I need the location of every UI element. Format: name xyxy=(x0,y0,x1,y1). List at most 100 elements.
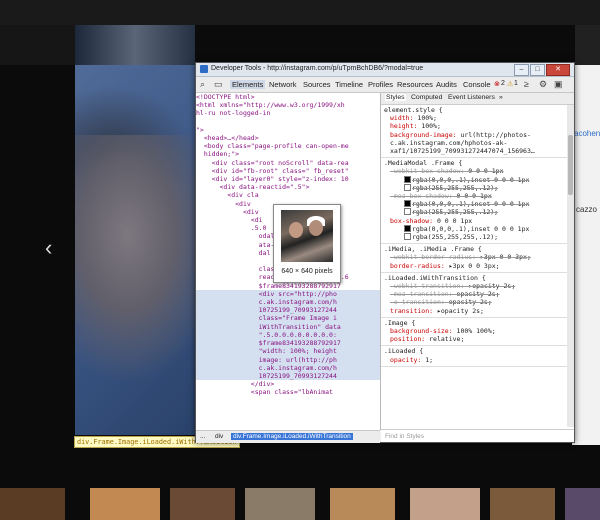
tab-timeline[interactable]: Timeline xyxy=(335,80,363,89)
dom-line[interactable]: <body class="page-profile can-open-me xyxy=(196,142,380,150)
style-property-name[interactable]: width: xyxy=(390,114,417,122)
style-property-name[interactable]: height: xyxy=(390,122,421,130)
bottom-thumb-4[interactable] xyxy=(245,488,315,520)
breadcrumb-item-selected[interactable]: div.Frame.Image.iLoaded.iWithTransition xyxy=(231,433,353,440)
breadcrumb-item-ellipsis[interactable]: ... xyxy=(200,433,205,440)
tab-profiles[interactable]: Profiles xyxy=(368,80,393,89)
subtabs-overflow-icon[interactable]: » xyxy=(499,94,503,101)
style-selector[interactable]: .iLoaded { xyxy=(384,347,564,355)
style-property-name[interactable]: box-shadow: xyxy=(390,217,437,225)
breadcrumb-item-div[interactable]: div xyxy=(215,433,223,440)
style-property-value[interactable]: opacity 2s; xyxy=(449,298,492,306)
style-property-value[interactable]: 0 0 0 1px xyxy=(437,217,472,225)
style-selector[interactable]: .MediaModal .Frame { xyxy=(384,159,564,167)
style-property[interactable]: rgba(255,255,255,.12); xyxy=(384,233,564,241)
style-selector[interactable]: element.style { xyxy=(384,106,564,114)
style-property-name[interactable]: -webkit-box-shadow: xyxy=(390,167,468,175)
style-property[interactable]: transition: ▸opacity 2s; xyxy=(384,307,564,315)
style-property-value[interactable]: rgba(255,255,255,.12); xyxy=(412,208,498,216)
style-selector[interactable]: .iMedia, .iMedia .Frame { xyxy=(384,245,564,253)
thumbnail-strip-1[interactable] xyxy=(75,25,195,65)
scrollbar-thumb[interactable] xyxy=(568,135,573,195)
dom-line[interactable]: <div cla xyxy=(196,191,380,199)
style-property[interactable]: background-image: url(http://photos-c.ak… xyxy=(384,131,564,156)
style-property-name[interactable]: -o-transition: xyxy=(390,298,449,306)
style-property[interactable]: border-radius: ▸3px 0 0 3px; xyxy=(384,262,564,270)
dom-line[interactable]: <div id="fb-root" class=" fb_reset" xyxy=(196,167,380,175)
dom-line[interactable]: <div id="layer0" style="z-index: 10 xyxy=(196,175,380,183)
tab-network[interactable]: Network xyxy=(269,80,297,89)
dom-line[interactable]: hl-ru not-logged-in xyxy=(196,109,380,117)
style-rule[interactable]: .iMedia, .iMedia .Frame {-webkit-border-… xyxy=(381,244,567,273)
dom-line[interactable]: "> xyxy=(196,126,380,134)
style-property-value[interactable]: rgba(255,255,255,.12); xyxy=(412,233,498,241)
dom-line[interactable] xyxy=(196,118,380,126)
style-property-name[interactable]: -webkit-transition: xyxy=(390,282,468,290)
style-property-name[interactable]: -moz-box-shadow: xyxy=(390,192,457,200)
find-in-styles[interactable]: Find in Styles xyxy=(381,429,574,442)
style-property[interactable]: -webkit-box-shadow: 0 0 0 1px xyxy=(384,167,564,175)
color-swatch-icon[interactable] xyxy=(404,183,411,191)
style-selector[interactable]: .iLoaded.iWithTransition { xyxy=(384,274,564,282)
style-rule[interactable]: .MediaModal .Frame {-webkit-box-shadow: … xyxy=(381,158,567,245)
style-property-value[interactable]: 100%; xyxy=(417,114,437,122)
style-property-value[interactable]: ▸3px 0 0 3px; xyxy=(480,253,531,261)
console-drawer-icon[interactable]: ≥ xyxy=(524,79,529,89)
color-swatch-icon[interactable] xyxy=(404,200,411,208)
search-icon[interactable]: ⌕ xyxy=(200,79,205,90)
dom-line[interactable]: </div> xyxy=(196,380,380,388)
color-swatch-icon[interactable] xyxy=(404,233,411,241)
warning-icon[interactable]: ⚠ xyxy=(507,80,513,88)
bottom-thumb-5[interactable] xyxy=(330,488,395,520)
style-property[interactable]: -o-transition: opacity 2s; xyxy=(384,298,564,306)
devtools-title-bar[interactable]: Developer Tools - http://instagram.com/p… xyxy=(196,63,574,77)
bottom-thumb-6[interactable] xyxy=(410,488,480,520)
style-property[interactable]: rgba(0,0,0,.1),inset 0 0 0 1px xyxy=(384,200,564,208)
style-property-value[interactable]: rgba(255,255,255,.12); xyxy=(412,184,498,192)
error-icon[interactable]: ⊗ xyxy=(494,80,500,88)
style-property-value[interactable]: 100% 100%; xyxy=(457,327,496,335)
tab-sources[interactable]: Sources xyxy=(303,80,331,89)
color-swatch-icon[interactable] xyxy=(404,175,411,183)
style-selector[interactable]: .Image { xyxy=(384,319,564,327)
dom-line[interactable]: <span class="lbAnimat xyxy=(196,388,380,396)
dom-line[interactable]: class="Frame Image i xyxy=(196,314,380,323)
tab-audits[interactable]: Audits xyxy=(436,80,457,89)
bottom-thumb-8[interactable] xyxy=(565,488,600,520)
minimize-button[interactable]: – xyxy=(514,64,529,76)
bottom-thumb-2[interactable] xyxy=(90,488,160,520)
style-property-value[interactable]: 100%; xyxy=(421,122,441,130)
style-rule[interactable]: .iLoaded {opacity: 1; xyxy=(381,346,567,367)
style-property-name[interactable]: border-radius: xyxy=(390,262,449,270)
style-property-value[interactable]: 1; xyxy=(425,356,433,364)
style-property[interactable]: rgba(255,255,255,.12); xyxy=(384,208,564,216)
close-button[interactable]: ✕ xyxy=(546,64,570,76)
style-property[interactable]: rgba(0,0,0,.1),inset 0 0 0 1px xyxy=(384,224,564,233)
gear-icon[interactable]: ⚙ xyxy=(539,79,547,90)
dom-line[interactable]: <div class="root noScroll" data-rea xyxy=(196,159,380,167)
style-property-value[interactable]: 0 0 0 1px xyxy=(457,192,492,200)
subtab-styles[interactable]: Styles xyxy=(385,94,406,101)
style-property[interactable]: -moz-transition: opacity 2s; xyxy=(384,290,564,298)
bottom-thumb-7[interactable] xyxy=(490,488,555,520)
style-property-name[interactable]: opacity: xyxy=(390,356,425,364)
dom-line[interactable]: hidden;"> xyxy=(196,150,380,158)
dom-line[interactable]: $frame834193288792917 xyxy=(196,339,380,348)
style-property-name[interactable]: transition: xyxy=(390,307,437,315)
style-property[interactable]: height: 100%; xyxy=(384,122,564,130)
bottom-thumb-1[interactable] xyxy=(0,488,65,520)
maximize-button[interactable]: □ xyxy=(530,64,545,76)
style-rule[interactable]: .iLoaded.iWithTransition {-webkit-transi… xyxy=(381,273,567,318)
thumbnail-strip-2[interactable] xyxy=(575,25,600,65)
bottom-thumb-3[interactable] xyxy=(170,488,235,520)
dom-line[interactable]: c.ak.instagram.com/h xyxy=(196,363,380,372)
style-property[interactable]: rgba(0,0,0,.1),inset 0 0 0 1px xyxy=(384,175,564,184)
style-property[interactable]: width: 100%; xyxy=(384,114,564,122)
styles-scrollbar[interactable] xyxy=(567,105,574,427)
dom-line[interactable]: 10725199_70993127244 xyxy=(196,306,380,315)
tab-resources[interactable]: Resources xyxy=(397,80,433,89)
color-swatch-icon[interactable] xyxy=(404,208,411,216)
style-property[interactable]: rgba(255,255,255,.12); xyxy=(384,183,564,192)
style-property[interactable]: -moz-box-shadow: 0 0 0 1px xyxy=(384,192,564,200)
chevron-left-icon[interactable]: ‹ xyxy=(45,235,65,265)
